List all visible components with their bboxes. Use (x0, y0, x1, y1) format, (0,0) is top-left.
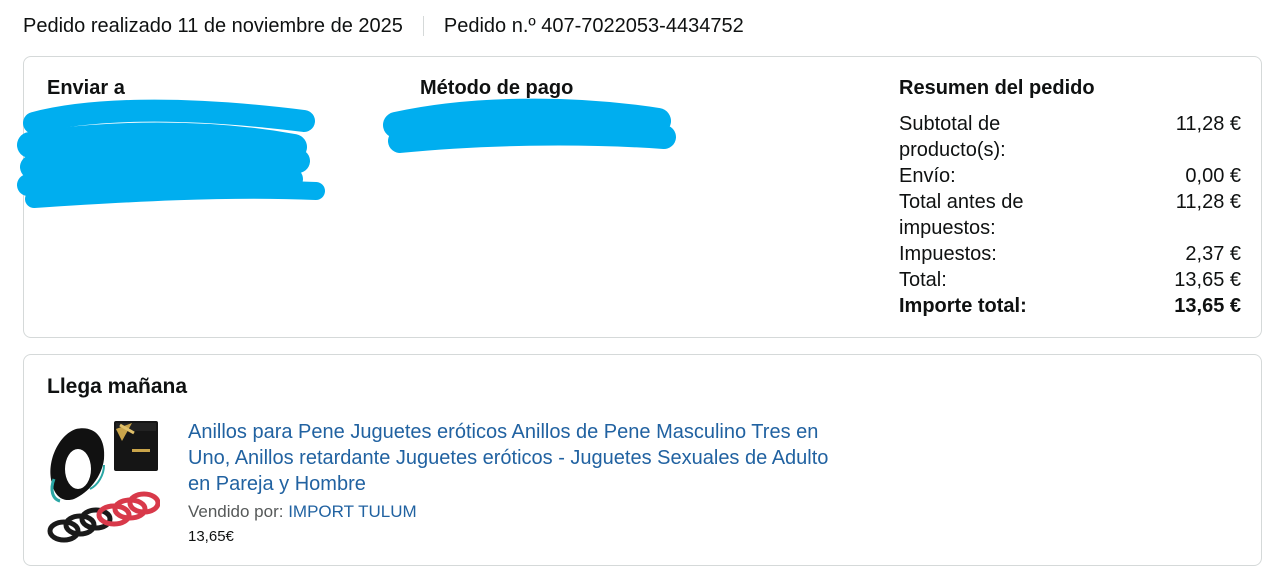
summary-label: Impuestos: (899, 243, 997, 265)
order-summary: Subtotal de producto(s): 11,28 € Envío: … (899, 111, 1241, 319)
summary-value: 11,28 € (1175, 191, 1241, 213)
summary-value: 13,65 € (1174, 269, 1241, 291)
grand-total-value: 13,65 € (1174, 295, 1241, 317)
seller-label: Vendido por: (188, 502, 284, 521)
summary-row-pretax: Total antes de impuestos: 11,28 € (899, 189, 1241, 241)
payment-method-redaction (383, 98, 676, 153)
seller-line: Vendido por: IMPORT TULUM (188, 502, 848, 522)
summary-row-grand-total: Importe total: 13,65 € (899, 293, 1241, 319)
summary-value: 2,37 € (1185, 243, 1241, 265)
summary-label: Total: (899, 269, 947, 291)
product-price: 13,65€ (188, 528, 234, 545)
header-divider (422, 16, 424, 36)
summary-label: Subtotal de producto(s): (899, 113, 1006, 161)
summary-row-shipping: Envío: 0,00 € (899, 163, 1241, 189)
product-info: Anillos para Pene Juguetes eróticos Anil… (188, 419, 848, 545)
product-image[interactable] (44, 419, 160, 547)
order-details-card: Enviar a Método de pago Resumen del pedi… (17, 56, 1262, 338)
payment-title: Método de pago (420, 77, 574, 99)
summary-title: Resumen del pedido (899, 77, 1095, 99)
seller-link[interactable]: IMPORT TULUM (288, 502, 416, 521)
summary-label: Envío: (899, 165, 956, 187)
summary-value: 11,28 € (1175, 113, 1241, 135)
summary-label: Total antes de impuestos: (899, 191, 1024, 239)
summary-value: 0,00 € (1185, 165, 1241, 187)
shipping-address-redaction (17, 99, 325, 208)
grand-total-label: Importe total: (899, 295, 1027, 317)
delivery-card: Llega mañana Anillos para Pene Juguetes … (23, 354, 1262, 566)
summary-row-subtotal: Subtotal de producto(s): 11,28 € (899, 111, 1241, 163)
summary-row-total: Total: 13,65 € (899, 267, 1241, 293)
order-date: Pedido realizado 11 de noviembre de 2025 (23, 14, 403, 37)
order-number: Pedido n.º 407-7022053-4434752 (443, 14, 744, 37)
product-title-link[interactable]: Anillos para Pene Juguetes eróticos Anil… (188, 419, 848, 497)
order-header: Pedido realizado 11 de noviembre de 2025… (23, 12, 744, 40)
delivery-status-title: Llega mañana (47, 375, 188, 398)
summary-row-tax: Impuestos: 2,37 € (899, 241, 1241, 267)
